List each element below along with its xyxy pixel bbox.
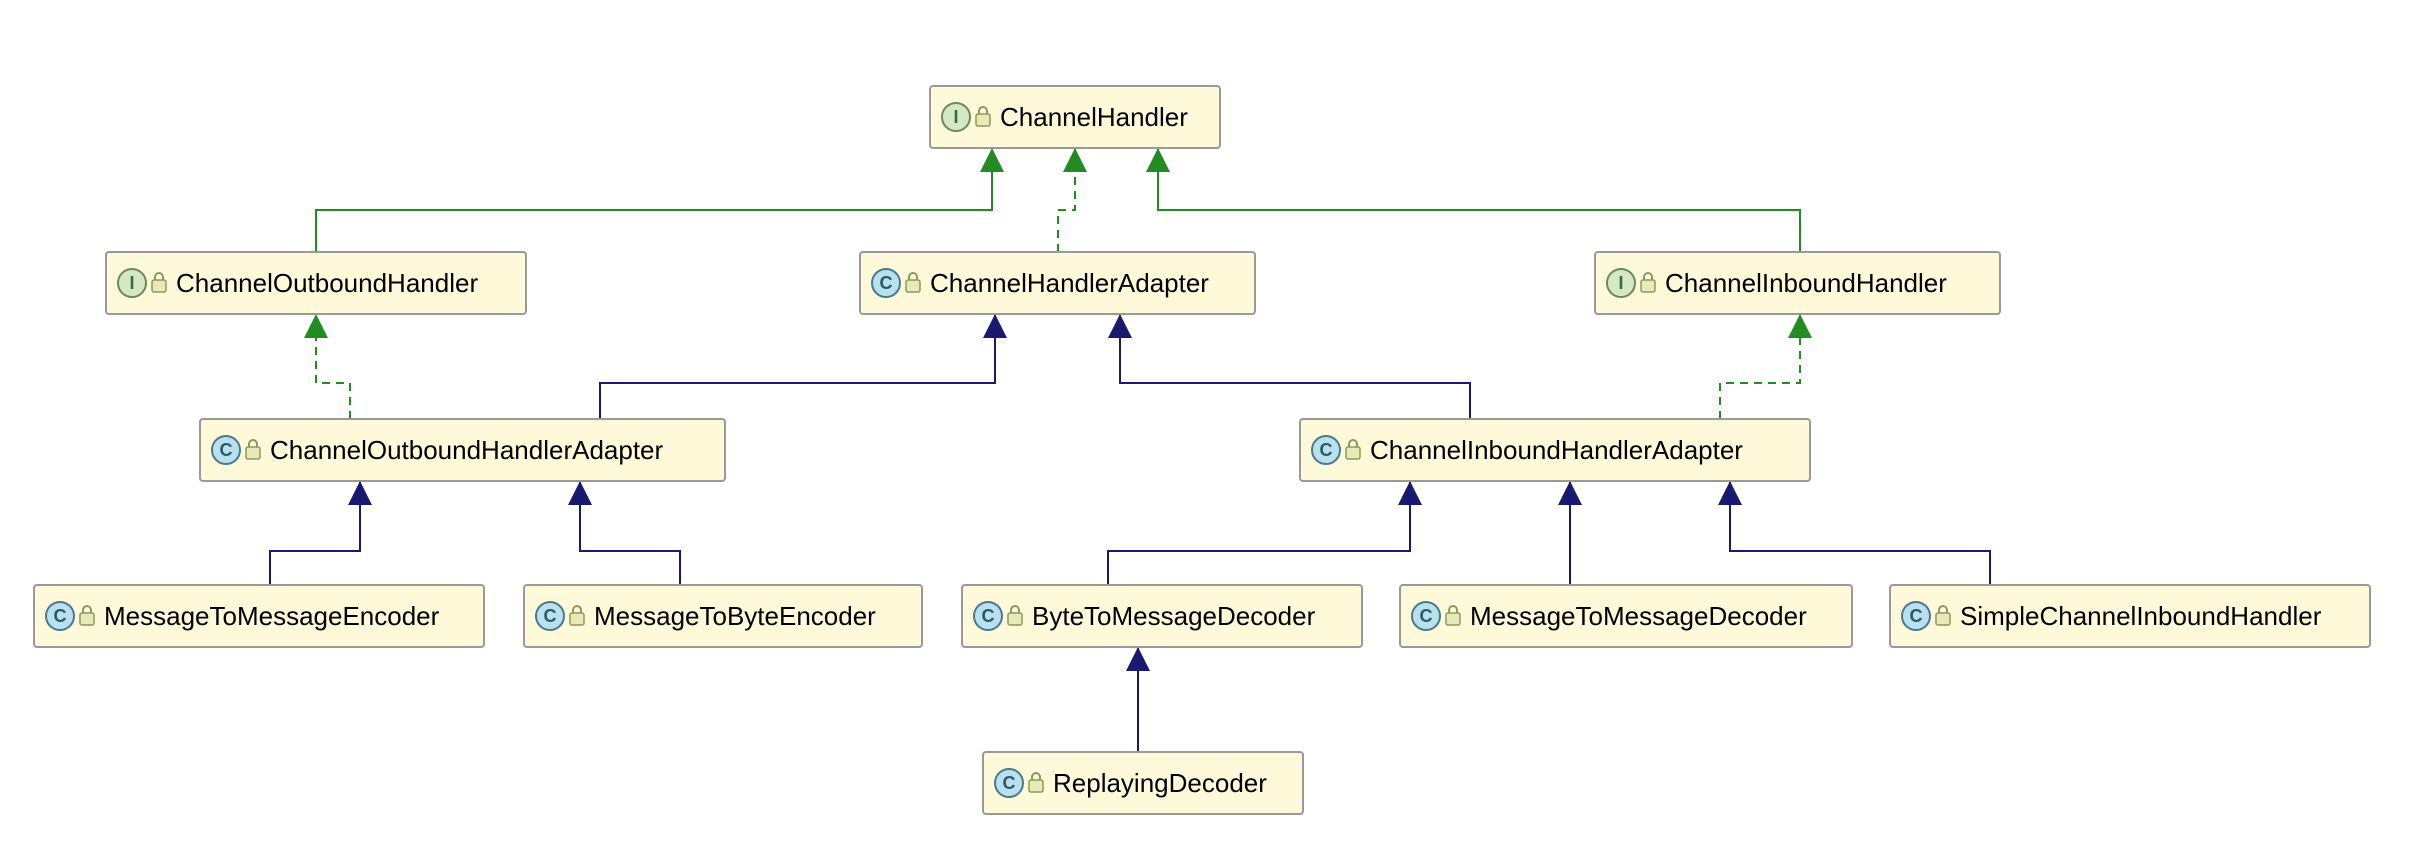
node-message-to-message-encoder: C MessageToMessageEncoder bbox=[34, 585, 484, 647]
node-label: ChannelOutboundHandler bbox=[176, 268, 478, 298]
node-channel-handler-adapter: C ChannelHandlerAdapter bbox=[860, 252, 1255, 314]
node-label: ReplayingDecoder bbox=[1053, 768, 1267, 798]
svg-text:C: C bbox=[1910, 606, 1923, 626]
node-label: ChannelInboundHandlerAdapter bbox=[1370, 435, 1743, 465]
svg-text:C: C bbox=[1320, 440, 1333, 460]
node-byte-to-message-decoder: C ByteToMessageDecoder bbox=[962, 585, 1362, 647]
node-label: MessageToMessageEncoder bbox=[104, 601, 440, 631]
svg-text:C: C bbox=[544, 606, 557, 626]
node-simple-channel-inbound-handler: C SimpleChannelInboundHandler bbox=[1890, 585, 2370, 647]
edge bbox=[1720, 314, 1800, 419]
edge bbox=[1158, 148, 1800, 252]
edge bbox=[1120, 314, 1470, 419]
svg-text:C: C bbox=[880, 273, 893, 293]
svg-text:I: I bbox=[1618, 273, 1623, 293]
edge bbox=[1108, 481, 1410, 585]
node-message-to-byte-encoder: C MessageToByteEncoder bbox=[524, 585, 922, 647]
node-channel-inbound-handler: I ChannelInboundHandler bbox=[1595, 252, 2000, 314]
svg-text:I: I bbox=[129, 273, 134, 293]
edge bbox=[316, 148, 992, 252]
node-channel-outbound-handler-adapter: C ChannelOutboundHandlerAdapter bbox=[200, 419, 725, 481]
edge bbox=[1730, 481, 1990, 585]
svg-text:C: C bbox=[982, 606, 995, 626]
node-label: SimpleChannelInboundHandler bbox=[1960, 601, 2322, 631]
node-channel-handler: I ChannelHandler bbox=[930, 86, 1220, 148]
node-message-to-message-decoder: C MessageToMessageDecoder bbox=[1400, 585, 1852, 647]
node-label: ChannelInboundHandler bbox=[1665, 268, 1947, 298]
svg-text:C: C bbox=[220, 440, 233, 460]
edge bbox=[1058, 148, 1075, 252]
node-label: ChannelHandler bbox=[1000, 102, 1188, 132]
node-label: ChannelOutboundHandlerAdapter bbox=[270, 435, 664, 465]
node-channel-outbound-handler: I ChannelOutboundHandler bbox=[106, 252, 526, 314]
svg-text:C: C bbox=[1003, 773, 1016, 793]
edge bbox=[270, 481, 360, 585]
node-label: ByteToMessageDecoder bbox=[1032, 601, 1316, 631]
edge bbox=[316, 314, 350, 419]
node-label: ChannelHandlerAdapter bbox=[930, 268, 1209, 298]
edge bbox=[580, 481, 680, 585]
node-channel-inbound-handler-adapter: C ChannelInboundHandlerAdapter bbox=[1300, 419, 1810, 481]
nodes-layer: I ChannelHandler I ChannelOutboundHandle… bbox=[34, 86, 2370, 814]
svg-text:C: C bbox=[1420, 606, 1433, 626]
edge bbox=[600, 314, 995, 419]
node-label: MessageToMessageDecoder bbox=[1470, 601, 1807, 631]
node-replaying-decoder: C ReplayingDecoder bbox=[983, 752, 1303, 814]
svg-text:I: I bbox=[953, 107, 958, 127]
node-label: MessageToByteEncoder bbox=[594, 601, 876, 631]
diagram-canvas: I ChannelHandler I ChannelOutboundHandle… bbox=[0, 0, 2412, 852]
svg-text:C: C bbox=[54, 606, 67, 626]
